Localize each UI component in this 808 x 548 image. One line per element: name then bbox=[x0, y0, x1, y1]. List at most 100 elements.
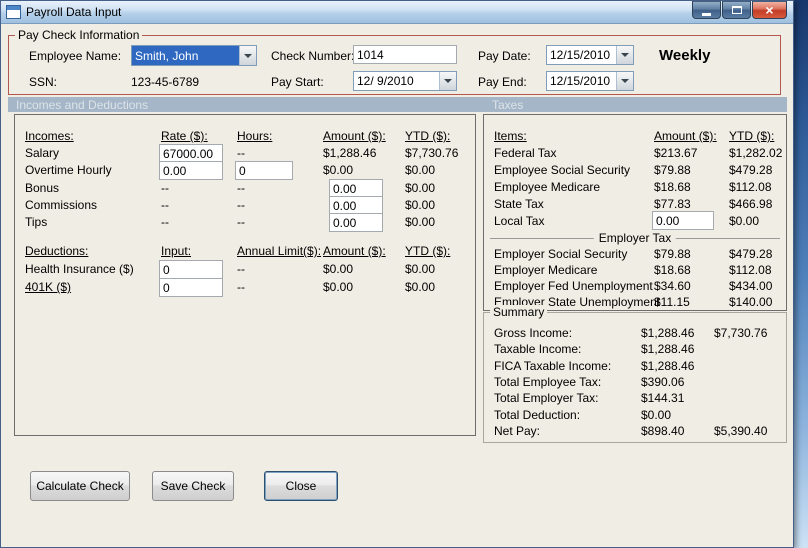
income-ytd: $0.00 bbox=[405, 181, 436, 195]
annual-limit-col-header: Annual Limit($): bbox=[237, 244, 322, 258]
deduction-limit: -- bbox=[237, 280, 245, 294]
window-title: Payroll Data Input bbox=[26, 5, 122, 19]
calculate-check-button[interactable]: Calculate Check bbox=[30, 471, 130, 501]
summary-group-title: Summary bbox=[490, 305, 548, 319]
employee-name-select[interactable]: Smith, John bbox=[131, 45, 257, 66]
summary-amount: $0.00 bbox=[641, 408, 672, 422]
taxes-header-row: Items: Amount ($): YTD ($): bbox=[484, 129, 786, 145]
income-label: Overtime Hourly bbox=[25, 163, 112, 177]
income-row-bonus: Bonus -- -- $0.00 bbox=[15, 179, 475, 198]
employee-name-dropdown-button[interactable] bbox=[239, 46, 256, 65]
minimize-button[interactable] bbox=[692, 1, 721, 19]
pay-end-picker[interactable]: 12/15/2010 bbox=[546, 71, 634, 91]
income-rate: -- bbox=[161, 181, 169, 195]
tax-ytd: $434.00 bbox=[729, 279, 773, 293]
chevron-down-icon bbox=[444, 79, 452, 83]
pay-start-dropdown-button[interactable] bbox=[439, 72, 456, 90]
hours-col-header: Hours: bbox=[237, 129, 273, 143]
close-icon: × bbox=[765, 2, 774, 18]
tips-amount-input[interactable] bbox=[329, 213, 383, 232]
titlebar[interactable]: Payroll Data Input × bbox=[1, 1, 793, 24]
k401-input[interactable] bbox=[159, 278, 223, 297]
close-button[interactable]: Close bbox=[264, 471, 338, 501]
maximize-button[interactable] bbox=[722, 1, 751, 19]
employee-name-value: Smith, John bbox=[132, 46, 239, 65]
local-tax-input[interactable] bbox=[652, 211, 714, 230]
income-label: Bonus bbox=[25, 181, 60, 195]
pay-end-dropdown-button[interactable] bbox=[616, 72, 633, 90]
deduction-label: 401K ($) bbox=[25, 280, 72, 294]
ssn-value: 123-45-6789 bbox=[131, 75, 200, 89]
tax-ytd: $479.28 bbox=[729, 163, 773, 177]
pay-date-dropdown-button[interactable] bbox=[616, 46, 633, 64]
summary-amount: $390.06 bbox=[641, 375, 685, 389]
income-hours: -- bbox=[237, 146, 245, 160]
tax-row-employee-medicare: Employee Medicare $18.68 $112.08 bbox=[484, 180, 786, 196]
payroll-window: Payroll Data Input × Pay Check Informati… bbox=[0, 0, 794, 548]
summary-label: Gross Income: bbox=[494, 326, 573, 340]
window-controls: × bbox=[692, 1, 787, 19]
check-number-input[interactable] bbox=[353, 45, 457, 64]
tax-label: Employer Medicare bbox=[494, 263, 598, 277]
tax-row-employer-fed-unemployment: Employer Fed Unemployment $34.60 $434.00 bbox=[484, 279, 786, 295]
income-row-salary: Salary -- $1,288.46 $7,730.76 bbox=[15, 144, 475, 163]
pay-start-label: Pay Start: bbox=[271, 75, 324, 89]
taxes-section-title: Taxes bbox=[492, 98, 524, 112]
summary-amount: $1,288.46 bbox=[641, 342, 695, 356]
summary-row-total-employee-tax: Total Employee Tax: $390.06 bbox=[484, 375, 786, 391]
incomes-deductions-section-title: Incomes and Deductions bbox=[16, 98, 149, 112]
app-icon bbox=[6, 5, 21, 19]
chevron-down-icon bbox=[244, 53, 252, 58]
chevron-down-icon bbox=[621, 53, 629, 57]
tax-amount: $18.68 bbox=[654, 180, 691, 194]
deductions-header-row: Deductions: Input: Annual Limit($): Amou… bbox=[15, 244, 475, 260]
deduction-label: Health Insurance ($) bbox=[25, 262, 134, 276]
tax-amount: $79.88 bbox=[654, 163, 691, 177]
income-hours: -- bbox=[237, 181, 245, 195]
overtime-rate-input[interactable] bbox=[159, 161, 223, 180]
close-window-button[interactable]: × bbox=[752, 1, 787, 19]
rate-col-header: Rate ($): bbox=[161, 129, 208, 143]
amount-col-header: Amount ($): bbox=[654, 129, 717, 143]
tax-row-federal: Federal Tax $213.67 $1,282.02 bbox=[484, 146, 786, 162]
income-ytd: $0.00 bbox=[405, 215, 436, 229]
save-check-button[interactable]: Save Check bbox=[152, 471, 234, 501]
income-hours: -- bbox=[237, 215, 245, 229]
deduction-row-health-insurance: Health Insurance ($) -- $0.00 $0.00 bbox=[15, 260, 475, 279]
employee-name-label: Employee Name: bbox=[29, 49, 122, 63]
pay-frequency-label: Weekly bbox=[659, 47, 711, 64]
summary-label: Total Employee Tax: bbox=[494, 375, 602, 389]
summary-label: Total Deduction: bbox=[494, 408, 581, 422]
income-amount: $0.00 bbox=[323, 163, 354, 177]
summary-label: FICA Taxable Income: bbox=[494, 359, 612, 373]
tax-amount: $34.60 bbox=[654, 279, 691, 293]
pay-start-picker[interactable]: 12/ 9/2010 bbox=[353, 71, 457, 91]
tax-row-employee-social-security: Employee Social Security $79.88 $479.28 bbox=[484, 163, 786, 179]
tax-label: Employer Fed Unemployment bbox=[494, 279, 653, 293]
tax-ytd: $0.00 bbox=[729, 214, 760, 228]
ytd-col-header: YTD ($): bbox=[405, 244, 451, 258]
income-rate: -- bbox=[161, 215, 169, 229]
pay-end-label: Pay End: bbox=[478, 75, 527, 89]
pay-date-picker[interactable]: 12/15/2010 bbox=[546, 45, 634, 65]
deduction-amount: $0.00 bbox=[323, 280, 354, 294]
income-row-commissions: Commissions -- -- $0.00 bbox=[15, 196, 475, 215]
incomes-col-header: Incomes: bbox=[25, 129, 74, 143]
summary-row-taxable-income: Taxable Income: $1,288.46 bbox=[484, 342, 786, 358]
pay-date-value: 12/15/2010 bbox=[550, 48, 611, 62]
minimize-icon bbox=[702, 12, 711, 16]
income-label: Commissions bbox=[25, 198, 98, 212]
tax-ytd: $112.08 bbox=[729, 180, 772, 194]
pay-start-value: 12/ 9/2010 bbox=[357, 74, 414, 88]
health-insurance-input[interactable] bbox=[159, 260, 223, 279]
summary-amount: $1,288.46 bbox=[641, 359, 695, 373]
summary-label: Net Pay: bbox=[494, 424, 541, 438]
client-area: Pay Check Information Employee Name: Smi… bbox=[1, 25, 793, 547]
tax-ytd: $1,282.02 bbox=[729, 146, 783, 160]
amount-col-header: Amount ($): bbox=[323, 244, 386, 258]
tax-amount: $213.67 bbox=[654, 146, 698, 160]
tax-row-state: State Tax $77.83 $466.98 bbox=[484, 197, 786, 213]
tax-amount: $77.83 bbox=[654, 197, 691, 211]
tax-row-employer-social-security: Employer Social Security $79.88 $479.28 bbox=[484, 247, 786, 263]
overtime-hours-input[interactable] bbox=[235, 161, 293, 180]
